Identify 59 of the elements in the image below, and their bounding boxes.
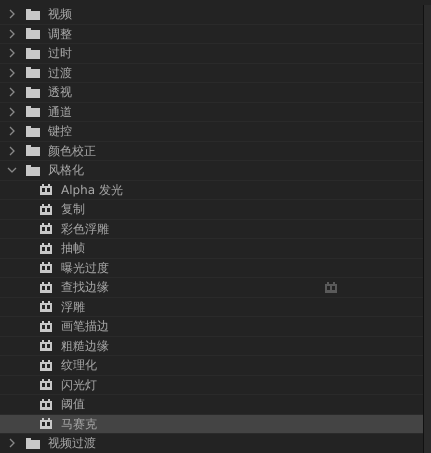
folder-icon <box>26 438 40 449</box>
effect-label: 曝光过度 <box>61 260 109 277</box>
folder-label[interactable]: 调整 <box>48 24 72 43</box>
effect-row[interactable]: Alpha 发光 <box>0 180 423 200</box>
effect-row[interactable]: 查找边缘 <box>0 278 423 298</box>
effect-label: 查找边缘 <box>61 279 109 296</box>
folder-label[interactable]: 过渡 <box>48 64 72 82</box>
folder-icon <box>26 86 40 98</box>
folder-label[interactable]: 颜色校正 <box>48 142 96 160</box>
scrollbar[interactable] <box>423 5 431 453</box>
folder-icon <box>26 106 40 118</box>
folder-label[interactable]: 过时 <box>48 44 72 62</box>
effect-label: 阈值 <box>61 396 85 414</box>
effect-icon <box>40 262 52 274</box>
folder-icon <box>26 8 40 20</box>
folder-label[interactable]: 键控 <box>48 122 72 140</box>
effect-icon <box>40 340 52 352</box>
folder-label[interactable]: 视频过渡 <box>48 434 96 452</box>
effect-row[interactable]: 曝光过度 <box>0 258 423 278</box>
folder-label[interactable]: 视频 <box>48 5 72 24</box>
effect-label: 画笔描边 <box>61 318 109 336</box>
folder-icon <box>26 67 40 78</box>
effect-row[interactable]: 马赛克 <box>0 414 423 434</box>
effect-row[interactable]: 纹理化 <box>0 356 423 376</box>
folder-label[interactable]: 通道 <box>48 102 72 121</box>
effect-icon <box>40 360 52 371</box>
folder-icon <box>26 164 40 176</box>
folder-icon <box>26 145 40 156</box>
effect-icon <box>40 379 52 390</box>
effect-row[interactable]: 闪光灯 <box>0 376 423 395</box>
effect-label: 马赛克 <box>61 416 97 433</box>
effect-label: 彩色浮雕 <box>61 220 109 238</box>
effect-icon <box>40 418 52 430</box>
effect-icon <box>40 398 52 410</box>
effect-label: 纹理化 <box>61 357 97 374</box>
effect-icon <box>40 223 52 234</box>
effect-icon <box>40 184 52 196</box>
folder-label[interactable]: 透视 <box>48 83 72 102</box>
folder-icon <box>26 28 40 40</box>
effect-label: 浮雕 <box>61 298 85 316</box>
effect-row[interactable]: 抽帧 <box>0 239 423 258</box>
effect-label: 闪光灯 <box>61 376 97 394</box>
folder-icon <box>26 48 40 59</box>
folder-label[interactable]: 风格化 <box>48 161 84 180</box>
effect-icon <box>40 242 52 254</box>
effect-row[interactable]: 复制 <box>0 200 423 220</box>
effect-label: 复制 <box>61 201 85 218</box>
effect-icon <box>40 301 52 312</box>
effect-label: Alpha 发光 <box>61 182 123 199</box>
effect-label: 粗糙边缘 <box>61 338 109 355</box>
effect-row[interactable]: 画笔描边 <box>0 317 423 336</box>
effect-icon <box>40 282 52 293</box>
effect-row[interactable]: 浮雕 <box>0 298 423 317</box>
folder-icon <box>26 126 40 137</box>
effect-row[interactable]: 彩色浮雕 <box>0 220 423 239</box>
effect-label: 抽帧 <box>61 240 85 258</box>
effect-row[interactable]: 粗糙边缘 <box>0 336 423 356</box>
effect-icon <box>40 204 52 215</box>
effect-icon <box>40 320 52 332</box>
